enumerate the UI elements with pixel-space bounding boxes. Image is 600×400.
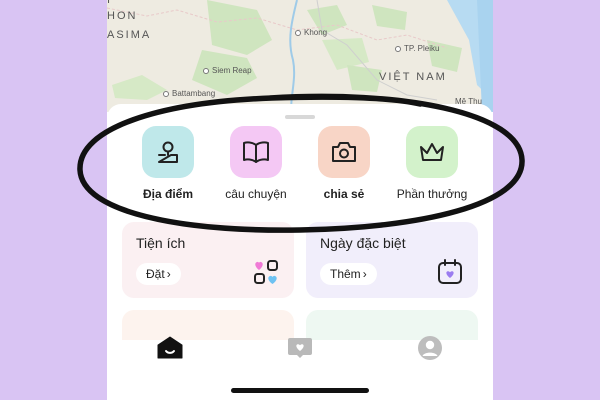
phone-screen: I HON ASIMA Khong TP. Pleiku VIỆT NAM Si…: [107, 0, 493, 400]
crown-icon: [406, 126, 458, 178]
tab-bar: [107, 326, 493, 370]
feature-chia-se[interactable]: chia sẻ: [299, 126, 389, 201]
location-person-icon: [142, 126, 194, 178]
chevron-right-icon: ›: [166, 267, 171, 281]
apps-grid-icon: [252, 258, 280, 291]
book-icon: [230, 126, 282, 178]
feature-cau-chuyen[interactable]: câu chuyện: [211, 126, 301, 201]
feature-label: Địa điểm: [142, 187, 193, 201]
dat-button[interactable]: Đặt ›: [136, 263, 181, 285]
them-button-label: Thêm: [330, 267, 361, 281]
tab-home[interactable]: [156, 334, 184, 362]
profile-icon: [418, 336, 442, 360]
map-label-vietnam: VIỆT NAM: [379, 71, 447, 83]
home-icon: [157, 336, 183, 359]
card-title: Tiện ích: [136, 235, 186, 251]
map-label-pleiku: TP. Pleiku: [395, 44, 439, 53]
feature-dia-diem[interactable]: Địa điểm: [123, 126, 213, 201]
chevron-right-icon: ›: [362, 267, 367, 281]
calendar-heart-icon: [436, 258, 464, 291]
map-label-khong: Khong: [295, 28, 327, 37]
tab-messages[interactable]: [286, 334, 314, 362]
card-tien-ich[interactable]: Tiện ích Đặt ›: [122, 222, 294, 298]
feature-label: câu chuyện: [225, 187, 287, 201]
map-label-partial-top: I: [107, 0, 113, 6]
map-label-siem-reap: Siem Reap: [203, 66, 252, 75]
heart-chat-icon: [288, 338, 312, 358]
camera-icon: [318, 126, 370, 178]
map-view[interactable]: I HON ASIMA Khong TP. Pleiku VIỆT NAM Si…: [107, 0, 493, 112]
home-indicator: [231, 388, 369, 393]
map-label-battambang: Battambang: [163, 89, 215, 98]
card-title: Ngày đặc biệt: [320, 235, 406, 251]
map-label-hon: HON: [107, 10, 138, 22]
tab-profile[interactable]: [416, 334, 444, 362]
feature-phan-thuong[interactable]: Phần thưởng: [387, 126, 477, 201]
dat-button-label: Đặt: [146, 267, 165, 281]
them-button[interactable]: Thêm ›: [320, 263, 377, 285]
sheet-grabber[interactable]: [285, 115, 315, 119]
map-label-asima: ASIMA: [107, 29, 152, 41]
feature-label: Phần thưởng: [396, 187, 468, 201]
feature-label: chia sẻ: [323, 187, 365, 201]
card-ngay-dac-biet[interactable]: Ngày đặc biệt Thêm ›: [306, 222, 478, 298]
